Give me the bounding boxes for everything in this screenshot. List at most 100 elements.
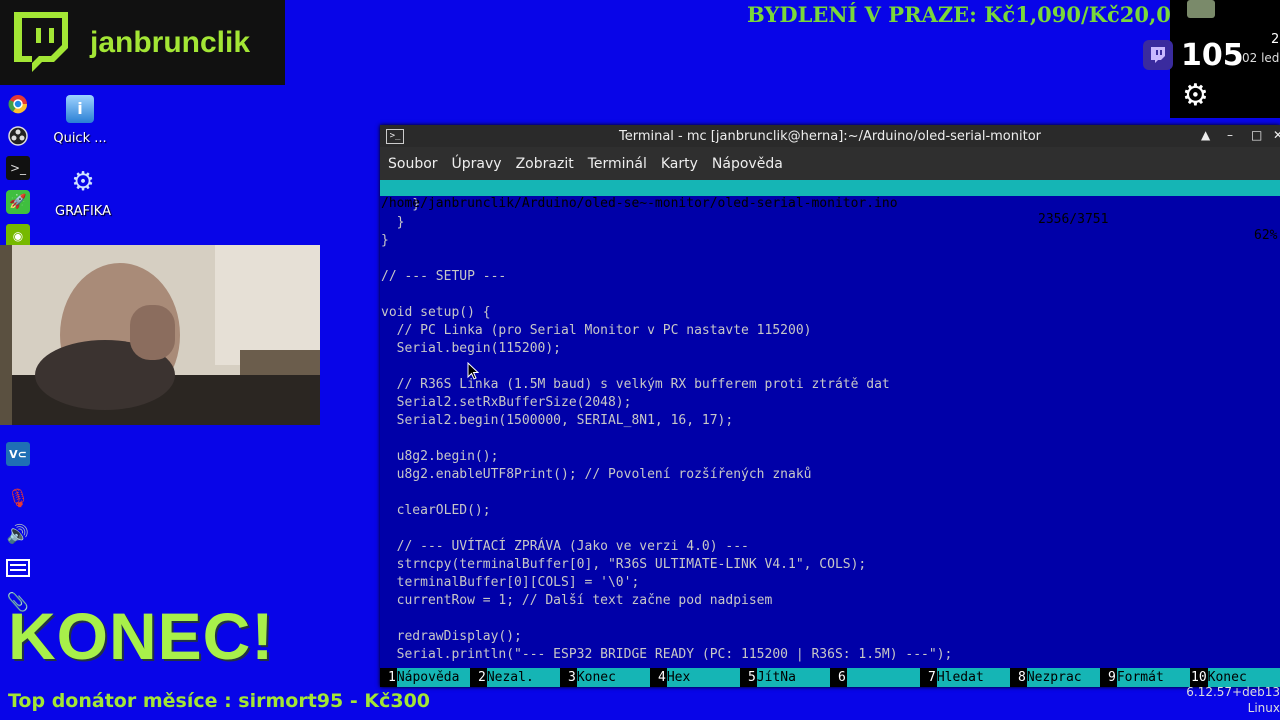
konec-overlay: KONEC! — [8, 599, 275, 673]
terminal-titlebar[interactable]: >_ Terminal - mc [janbrunclik@herna]:~/A… — [380, 125, 1280, 147]
kernel-version: 6.12.57+deb13 — [1186, 685, 1280, 699]
twitch-logo-icon — [14, 11, 68, 72]
fkey-number: 9 — [1100, 668, 1117, 687]
terminal-window[interactable]: >_ Terminal - mc [janbrunclik@herna]:~/A… — [380, 125, 1280, 687]
system-info: 6.12.57+deb13 Linux — [1186, 684, 1280, 716]
fkey-number: 3 — [560, 668, 577, 687]
fkey-label — [846, 668, 920, 687]
top-donor: Top donátor měsíce : sirmort95 - Kč300 — [8, 690, 431, 712]
fkey-2[interactable]: 2 Nezal. — [470, 668, 560, 687]
gear-icon: ⚙ — [71, 167, 95, 197]
fkey-number: 4 — [650, 668, 667, 687]
fkey-number: 8 — [1010, 668, 1027, 687]
fkey-label: Nezprac — [1026, 668, 1100, 687]
minimize-icon[interactable]: – — [1227, 128, 1233, 142]
mouse-cursor-icon — [467, 362, 479, 380]
desktop-icon-label: Quick ... — [53, 131, 107, 146]
avatar — [1187, 0, 1215, 18]
info-icon: i — [66, 95, 94, 123]
twitch-badge: janbrunclik — [0, 0, 285, 85]
code-line: u8g2.enableUTF8Print(); // Povolení rozš… — [381, 467, 812, 482]
terminal-menubar: Soubor Úpravy Zobrazit Terminál Karty Ná… — [380, 147, 1280, 180]
fkey-1[interactable]: 1 Nápověda — [380, 668, 470, 687]
menu-zobrazit[interactable]: Zobrazit — [516, 156, 574, 172]
settings-gear-icon[interactable]: ⚙ — [1182, 78, 1209, 113]
fkey-label: JítNa — [756, 668, 830, 687]
code-line: redrawDisplay(); — [381, 629, 522, 644]
clock: 2 — [1271, 32, 1280, 47]
code-line: Serial2.begin(1500000, SERIAL_8N1, 16, 1… — [381, 413, 734, 428]
obs-icon[interactable] — [6, 124, 30, 148]
file-percent: 62% — [1254, 228, 1278, 243]
code-line: } — [381, 214, 1280, 232]
editor-status-bar: /home/janbrunclik/Arduino/oled-se~-monit… — [380, 180, 1280, 243]
fkey-label: Formát — [1116, 668, 1190, 687]
code-line: Serial.begin(115200); — [381, 341, 562, 356]
function-key-bar: 1 Nápověda 2 Nezal. 3 Konec 4 Hex 5 JítNa 6 7 Hledat… — [380, 668, 1280, 687]
keep-above-icon[interactable]: ▲ — [1201, 128, 1210, 142]
channel-name: janbrunclik — [90, 25, 251, 59]
fkey-3[interactable]: 3 Konec — [560, 668, 650, 687]
menu-upravy[interactable]: Úpravy — [452, 156, 502, 172]
fkey-label: Nezal. — [486, 668, 560, 687]
fkey-label: Hex — [666, 668, 740, 687]
terminal-icon[interactable]: >_ — [6, 156, 30, 180]
fkey-8[interactable]: 8 Nezprac — [1010, 668, 1100, 687]
fkey-number: 2 — [470, 668, 487, 687]
twitch-viewers-icon — [1143, 40, 1173, 70]
rocket-icon[interactable]: 🚀 — [6, 190, 30, 214]
fkey-label: Hledat — [936, 668, 1010, 687]
keyboard-icon[interactable] — [6, 556, 30, 580]
fkey-label: Konec — [576, 668, 650, 687]
code-editor[interactable]: } }}// --- SETUP ---void setup() { // PC… — [380, 196, 1280, 664]
code-line: terminalBuffer[0][COLS] = '\0'; — [381, 575, 640, 590]
menu-karty[interactable]: Karty — [661, 156, 698, 172]
menu-napoveda[interactable]: Nápověda — [712, 156, 783, 172]
fkey-7[interactable]: 7 Hledat — [920, 668, 1010, 687]
chrome-icon[interactable] — [6, 92, 30, 116]
menu-soubor[interactable]: Soubor — [388, 156, 438, 172]
webcam-feed — [0, 245, 320, 425]
file-path: /home/janbrunclik/Arduino/oled-se~-monit… — [381, 196, 898, 211]
vscode-icon[interactable]: V⊂ — [6, 442, 30, 466]
code-line: Serial.println("--- ESP32 BRIDGE READY (… — [381, 647, 953, 662]
fkey-number: 5 — [740, 668, 757, 687]
terminal-title: Terminal - mc [janbrunclik@herna]:~/Ardu… — [618, 128, 1042, 144]
code-line: // R36S Linka (1.5M baud) s velkým RX bu… — [381, 377, 890, 392]
menu-terminal[interactable]: Terminál — [588, 156, 647, 172]
code-line: currentRow = 1; // Další text začne pod … — [381, 593, 773, 608]
code-line: // --- UVÍTACÍ ZPRÁVA (Jako ve verzi 4.0… — [381, 539, 749, 554]
code-line: // --- SETUP --- — [381, 269, 507, 284]
close-icon[interactable]: ✕ — [1273, 128, 1280, 142]
fkey-label: Nápověda — [396, 668, 470, 687]
code-line: clearOLED(); — [381, 503, 491, 518]
viewer-count: 105 — [1181, 38, 1244, 73]
cursor-position: 2356/3751 — [1038, 212, 1109, 227]
microphone-icon[interactable]: 🎙 — [6, 486, 30, 510]
fkey-5[interactable]: 5 JítNa — [740, 668, 830, 687]
desktop-icon-label: GRAFIKA — [55, 204, 111, 219]
date: 02 led — [1242, 51, 1280, 65]
code-line: void setup() { — [381, 305, 491, 320]
code-line: // PC Linka (pro Serial Monitor v PC nas… — [381, 323, 812, 338]
code-line: u8g2.begin(); — [381, 449, 499, 464]
desktop-icon-grafika[interactable]: ⚙ GRAFIKA — [43, 168, 123, 219]
fkey-number: 7 — [920, 668, 937, 687]
fkey-number: 6 — [830, 668, 847, 687]
os-name: Linux — [1247, 701, 1280, 715]
fkey-9[interactable]: 9 Formát — [1100, 668, 1190, 687]
code-line: } — [381, 232, 1280, 250]
fkey-4[interactable]: 4 Hex — [650, 668, 740, 687]
fkey-6[interactable]: 6 — [830, 668, 920, 687]
maximize-icon[interactable]: □ — [1251, 128, 1262, 142]
desktop-icon-quick[interactable]: i Quick ... — [40, 95, 120, 146]
code-line: strncpy(terminalBuffer[0], "R36S ULTIMAT… — [381, 557, 867, 572]
speaker-icon[interactable]: 🔊 — [6, 522, 30, 546]
